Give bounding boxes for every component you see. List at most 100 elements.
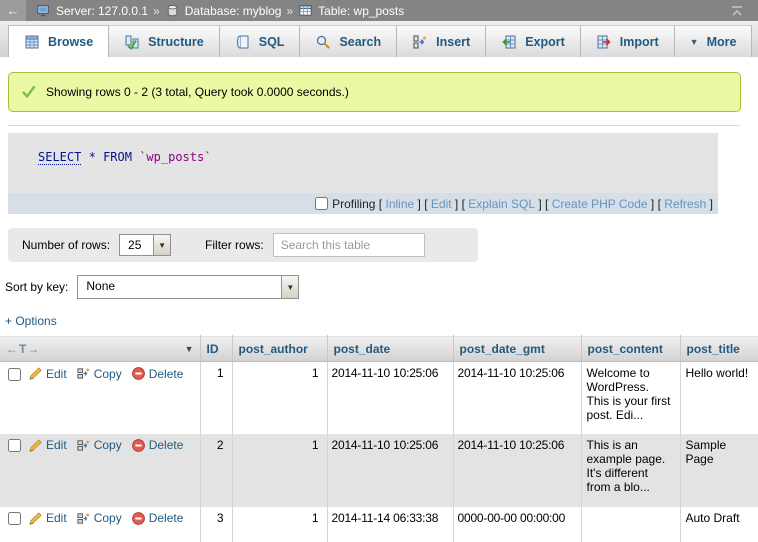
tab-browse-label: Browse — [48, 35, 93, 49]
sql-star: * — [89, 150, 96, 164]
search-icon — [315, 34, 331, 50]
cell-post-date-gmt: 0000-00-00 00:00:00 — [453, 507, 581, 542]
copy-icon — [76, 366, 91, 381]
success-check-icon — [21, 84, 37, 100]
delete-row-link[interactable]: Delete — [149, 511, 184, 525]
tab-export[interactable]: Export — [486, 25, 581, 57]
pencil-icon — [28, 511, 43, 526]
select-dropdown-icon: ▼ — [281, 276, 298, 298]
profiling-checkbox[interactable] — [315, 197, 328, 210]
copy-row-link[interactable]: Copy — [94, 511, 122, 525]
delete-icon — [131, 511, 146, 526]
column-header-id[interactable]: ID — [200, 336, 232, 362]
tab-search[interactable]: Search — [300, 25, 397, 57]
cell-post-title: Auto Draft — [680, 507, 758, 542]
delete-icon — [131, 438, 146, 453]
row-checkbox[interactable] — [8, 512, 21, 525]
cell-post-date: 2014-11-10 10:25:06 — [327, 434, 453, 507]
success-message-text: Showing rows 0 - 2 (3 total, Query took … — [46, 85, 349, 99]
options-toggle-link[interactable]: + Options — [5, 314, 57, 328]
copy-row-link[interactable]: Copy — [94, 367, 122, 381]
row-checkbox[interactable] — [8, 368, 21, 381]
cell-id: 1 — [200, 362, 232, 434]
edit-row-link[interactable]: Edit — [46, 511, 67, 525]
import-icon — [596, 34, 612, 50]
pencil-icon — [28, 438, 43, 453]
cell-post-author: 1 — [232, 507, 327, 542]
edit-row-link[interactable]: Edit — [46, 367, 67, 381]
column-header-post-title[interactable]: post_title — [680, 336, 758, 362]
create-php-code-link[interactable]: Create PHP Code — [552, 197, 648, 211]
cell-post-date: 2014-11-14 06:33:38 — [327, 507, 453, 542]
server-icon — [36, 3, 51, 18]
filter-rows-label: Filter rows: — [205, 238, 264, 252]
profiling-label: Profiling — [332, 197, 375, 211]
tab-import[interactable]: Import — [581, 25, 675, 57]
bracket: ] — [710, 197, 713, 211]
delete-row-link[interactable]: Delete — [149, 367, 184, 381]
column-header-post-author[interactable]: post_author — [232, 336, 327, 362]
cell-post-author: 1 — [232, 434, 327, 507]
query-actions-bar: Profiling [ Inline ] [ Edit ] [ Explain … — [8, 193, 718, 214]
refresh-link[interactable]: Refresh — [664, 197, 706, 211]
tab-more[interactable]: ▼ More — [675, 25, 753, 57]
cell-id: 2 — [200, 434, 232, 507]
tab-search-label: Search — [339, 35, 381, 49]
table-row: Edit Copy Delete 3 1 2014-11-14 06:33:38… — [0, 507, 758, 542]
sql-query-text: SELECT * FROM `wp_posts` — [8, 133, 718, 193]
breadcrumb-database[interactable]: Database: myblog — [185, 4, 282, 18]
sql-icon — [235, 34, 251, 50]
column-actions-header: ←T→ ▼ — [0, 336, 200, 362]
tab-insert[interactable]: Insert — [397, 25, 486, 57]
sort-indicator-icon[interactable]: ▼ — [185, 344, 194, 354]
sql-keyword-select[interactable]: SELECT — [38, 150, 81, 165]
rows-per-page-value: 25 — [120, 235, 153, 255]
cell-post-date-gmt: 2014-11-10 10:25:06 — [453, 434, 581, 507]
row-checkbox[interactable] — [8, 439, 21, 452]
edit-row-link[interactable]: Edit — [46, 438, 67, 452]
rows-per-page-select[interactable]: 25 ▼ — [119, 234, 171, 256]
delete-icon — [131, 366, 146, 381]
inline-link[interactable]: Inline — [385, 197, 414, 211]
database-icon — [165, 3, 180, 18]
copy-row-link[interactable]: Copy — [94, 438, 122, 452]
delete-row-link[interactable]: Delete — [149, 438, 184, 452]
sql-table-ref: `wp_posts` — [139, 150, 211, 164]
insert-icon — [412, 34, 428, 50]
column-header-post-content[interactable]: post_content — [581, 336, 680, 362]
tab-sql[interactable]: SQL — [220, 25, 301, 57]
section-divider — [8, 125, 740, 126]
sort-row: Sort by key: None ▼ — [5, 275, 758, 299]
cell-post-title: Sample Page — [680, 434, 758, 507]
tab-browse[interactable]: Browse — [8, 25, 109, 57]
left-arrow-icon: ← — [7, 3, 20, 18]
browse-icon — [24, 34, 40, 50]
tab-insert-label: Insert — [436, 35, 470, 49]
select-dropdown-icon: ▼ — [153, 235, 170, 255]
nav-panel-back-button[interactable]: ← — [0, 0, 26, 21]
column-header-post-date-gmt[interactable]: post_date_gmt — [453, 336, 581, 362]
collapse-console-icon[interactable] — [724, 3, 750, 19]
structure-icon — [124, 34, 140, 50]
filter-rows-input[interactable] — [273, 233, 425, 257]
table-row: Edit Copy Delete 1 1 2014-11-10 10:25:06… — [0, 362, 758, 434]
tab-bar: Browse Structure SQL Search Insert Expor… — [0, 21, 758, 57]
sql-query-box: SELECT * FROM `wp_posts` Profiling [ Inl… — [8, 133, 718, 214]
cell-post-date-gmt: 2014-11-10 10:25:06 — [453, 362, 581, 434]
tab-export-label: Export — [525, 35, 565, 49]
tab-structure[interactable]: Structure — [109, 25, 220, 57]
chevron-down-icon: ▼ — [690, 37, 699, 47]
edit-query-link[interactable]: Edit — [431, 197, 452, 211]
export-icon — [501, 34, 517, 50]
breadcrumb-table[interactable]: Table: wp_posts — [318, 4, 404, 18]
rows-control-bar: Number of rows: 25 ▼ Filter rows: — [8, 228, 478, 262]
tab-import-label: Import — [620, 35, 659, 49]
cell-id: 3 — [200, 507, 232, 542]
column-header-post-date[interactable]: post_date — [327, 336, 453, 362]
column-order-controls[interactable]: ←T→ — [6, 342, 40, 356]
explain-sql-link[interactable]: Explain SQL — [468, 197, 535, 211]
copy-icon — [76, 511, 91, 526]
sort-by-key-select[interactable]: None ▼ — [77, 275, 299, 299]
sql-keyword-from: FROM — [103, 150, 132, 164]
breadcrumb-server[interactable]: Server: 127.0.0.1 — [56, 4, 148, 18]
